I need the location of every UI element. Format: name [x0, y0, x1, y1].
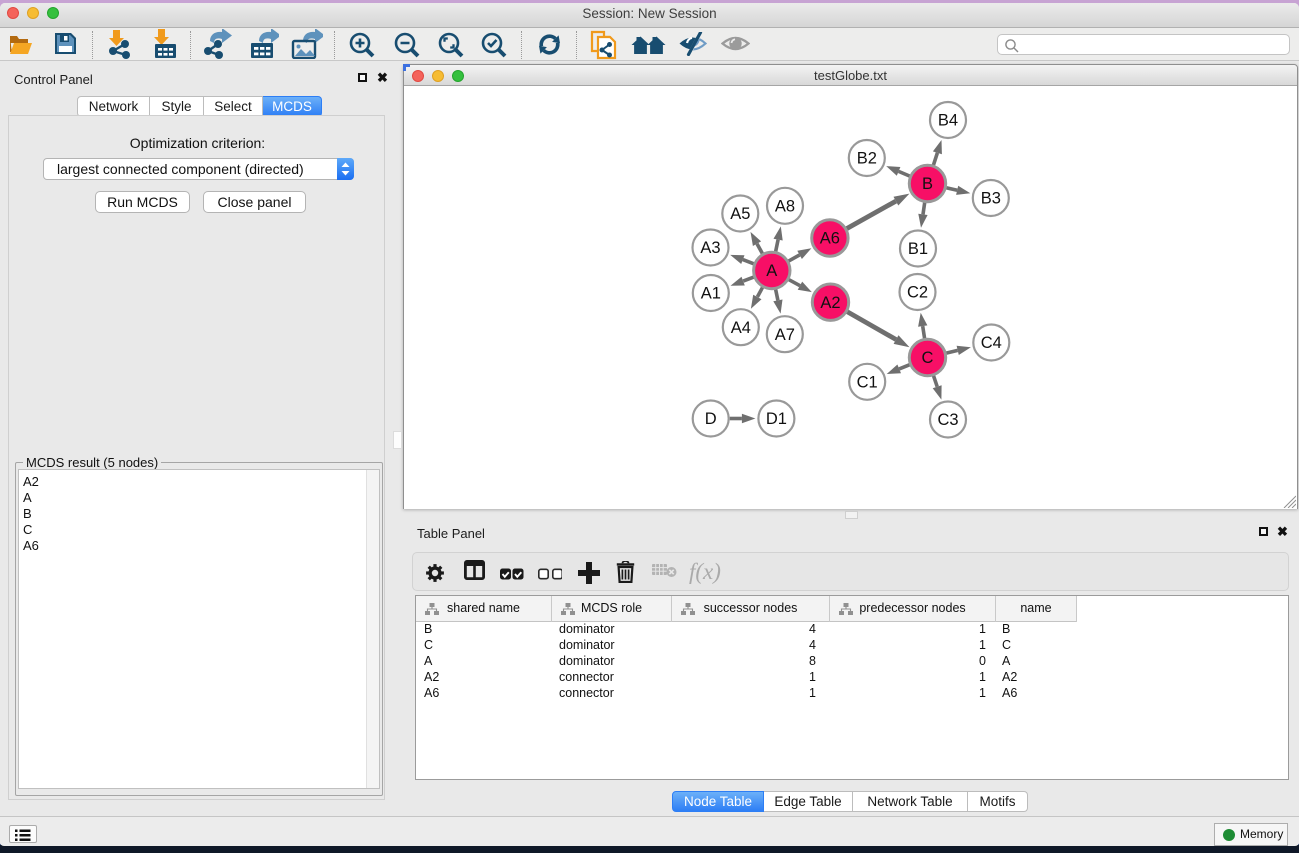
svg-text:C3: C3 — [937, 411, 958, 429]
svg-text:A8: A8 — [775, 198, 795, 216]
svg-text:B2: B2 — [857, 150, 877, 168]
svg-text:C1: C1 — [857, 374, 878, 392]
svg-text:A3: A3 — [700, 239, 720, 257]
svg-text:C: C — [922, 349, 934, 367]
svg-text:A2: A2 — [820, 294, 840, 312]
svg-text:A1: A1 — [701, 285, 721, 303]
svg-text:C2: C2 — [907, 284, 928, 302]
svg-text:B: B — [922, 175, 933, 193]
svg-text:B4: B4 — [938, 112, 958, 130]
svg-text:A7: A7 — [775, 326, 795, 344]
svg-text:A4: A4 — [731, 319, 751, 337]
svg-text:A5: A5 — [730, 205, 750, 223]
svg-text:D1: D1 — [766, 410, 787, 428]
svg-text:A6: A6 — [820, 230, 840, 248]
svg-text:D: D — [705, 410, 717, 428]
svg-text:A: A — [766, 262, 777, 280]
svg-text:C4: C4 — [981, 334, 1002, 352]
svg-text:B3: B3 — [981, 190, 1001, 208]
svg-text:B1: B1 — [908, 240, 928, 258]
